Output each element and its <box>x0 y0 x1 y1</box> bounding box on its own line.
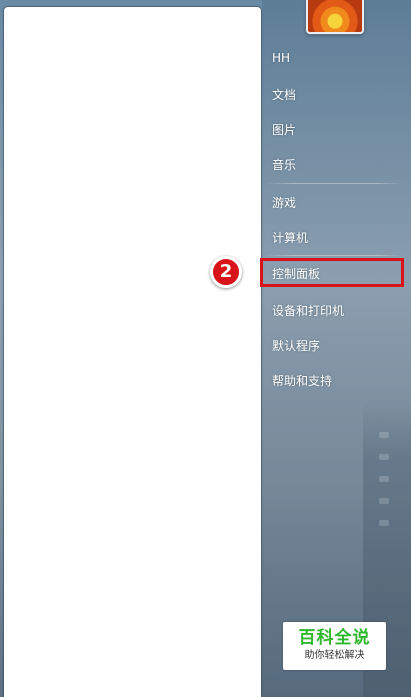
menu-separator <box>266 255 404 256</box>
menu-item-games[interactable]: 游戏 <box>272 194 296 211</box>
menu-separator <box>266 183 404 184</box>
ghost-icon <box>379 432 389 438</box>
watermark-logo: 百科全说 助你轻松解决 <box>283 622 386 670</box>
ghost-icon <box>379 520 389 526</box>
menu-item-default-programs[interactable]: 默认程序 <box>272 337 320 354</box>
menu-item-computer[interactable]: 计算机 <box>272 229 308 246</box>
menu-item-pictures[interactable]: 图片 <box>272 121 296 138</box>
program-list-panel[interactable] <box>4 7 261 697</box>
highlight-box <box>260 258 404 287</box>
ghost-icon <box>379 498 389 504</box>
watermark-title: 百科全说 <box>298 628 371 648</box>
menu-item-music[interactable]: 音乐 <box>272 156 296 173</box>
ghost-icon <box>379 476 389 482</box>
menu-item-devices-and-printers[interactable]: 设备和打印机 <box>272 302 344 319</box>
menu-item-user-folder[interactable]: HH <box>272 51 290 65</box>
menu-item-documents[interactable]: 文档 <box>272 86 296 103</box>
menu-item-help-and-support[interactable]: 帮助和支持 <box>272 372 332 389</box>
ghost-icon <box>379 454 389 460</box>
step-badge: 2 <box>210 256 242 288</box>
start-menu: HH 文档 图片 音乐 游戏 计算机 控制面板 设备和打印机 默认程序 帮助和支… <box>0 0 411 697</box>
watermark-subtitle: 助你轻松解决 <box>304 650 365 661</box>
user-picture-flower-icon[interactable] <box>306 0 364 34</box>
